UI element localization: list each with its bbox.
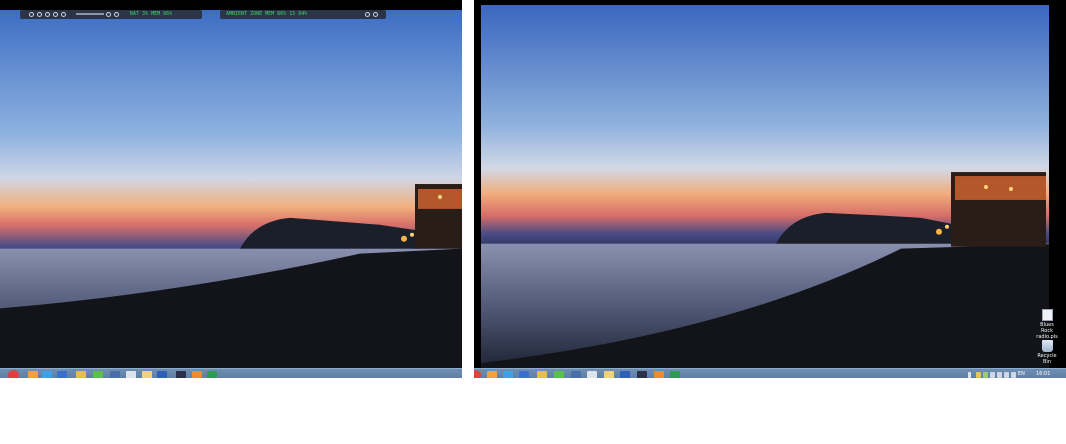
start-button[interactable] bbox=[474, 370, 481, 378]
left-monitor: BAT 3% MEM 86% AMBIENT ZONE MEM 86% 15 8… bbox=[0, 0, 462, 378]
word-icon[interactable] bbox=[519, 371, 529, 378]
vlc-icon[interactable] bbox=[654, 371, 664, 378]
gadget-button-icon[interactable] bbox=[29, 12, 34, 17]
chrome-icon[interactable] bbox=[126, 371, 136, 378]
tray-app-icon[interactable] bbox=[976, 372, 981, 378]
start-button[interactable] bbox=[8, 370, 19, 378]
media-icon[interactable] bbox=[554, 371, 564, 378]
taskbar-right: EN 16:01 bbox=[474, 368, 1066, 378]
tray-app-icon[interactable] bbox=[983, 372, 988, 378]
volume-slider[interactable] bbox=[76, 13, 104, 15]
desktop-gadget-toolbar-b: AMBIENT ZONE MEM 86% 15 84% bbox=[220, 10, 386, 19]
wmp-icon[interactable] bbox=[110, 371, 120, 378]
gadget-button-icon[interactable] bbox=[365, 12, 370, 17]
wallpaper-sunset-beach bbox=[481, 5, 1066, 368]
firefox-icon[interactable] bbox=[487, 371, 497, 378]
ie-icon[interactable] bbox=[503, 371, 513, 378]
gadget-button-icon[interactable] bbox=[45, 12, 50, 17]
taskbar-left bbox=[0, 368, 462, 378]
firefox-icon[interactable] bbox=[28, 371, 38, 378]
gadget-button-icon[interactable] bbox=[61, 12, 66, 17]
gadget-button-icon[interactable] bbox=[106, 12, 111, 17]
right-monitor: Blues Rock radio.pls Recycle Bin EN 16:0… bbox=[474, 0, 1066, 378]
app-icon[interactable] bbox=[176, 371, 186, 378]
app-icon[interactable] bbox=[637, 371, 647, 378]
network-icon[interactable] bbox=[990, 372, 995, 378]
ie-icon[interactable] bbox=[42, 371, 52, 378]
word-icon[interactable] bbox=[620, 371, 630, 378]
desktop-gadget-toolbar-a: BAT 3% MEM 86% bbox=[20, 10, 202, 19]
gadget-button-icon[interactable] bbox=[53, 12, 58, 17]
paint-icon[interactable] bbox=[76, 371, 86, 378]
desktop-icon-label: Recycle Bin bbox=[1037, 353, 1057, 365]
desktop-icon-recycle-bin[interactable]: Recycle Bin bbox=[1034, 340, 1060, 365]
show-hidden-icons-icon[interactable] bbox=[968, 372, 971, 378]
gadget-button-icon[interactable] bbox=[373, 12, 378, 17]
tray-app-icon[interactable] bbox=[1004, 372, 1009, 378]
gadget-status-text: AMBIENT ZONE MEM 86% 15 84% bbox=[226, 11, 308, 17]
wmp-icon[interactable] bbox=[571, 371, 581, 378]
language-indicator[interactable]: EN bbox=[1018, 371, 1025, 377]
wallpaper-sunset-beach bbox=[0, 10, 462, 368]
gadget-button-icon[interactable] bbox=[37, 12, 42, 17]
file-icon bbox=[1041, 309, 1053, 321]
bezel bbox=[474, 0, 1066, 5]
chrome-icon[interactable] bbox=[587, 371, 597, 378]
gadget-button-icon[interactable] bbox=[114, 12, 119, 17]
word-icon[interactable] bbox=[57, 371, 67, 378]
clock[interactable]: 16:01 bbox=[1036, 371, 1050, 377]
system-tray: EN 16:01 bbox=[966, 369, 1066, 378]
gadget-status-text: BAT 3% MEM 86% bbox=[130, 11, 173, 17]
folder-icon[interactable] bbox=[142, 371, 152, 378]
excel-icon[interactable] bbox=[207, 371, 217, 378]
paint-icon[interactable] bbox=[537, 371, 547, 378]
recycle-bin-icon bbox=[1041, 340, 1053, 352]
desktop-icon-label: Blues Rock radio.pls bbox=[1036, 322, 1058, 340]
desktop-icon-blues-rock[interactable]: Blues Rock radio.pls bbox=[1034, 309, 1060, 340]
media-icon[interactable] bbox=[93, 371, 103, 378]
word-icon[interactable] bbox=[157, 371, 167, 378]
folder-icon[interactable] bbox=[604, 371, 614, 378]
vlc-icon[interactable] bbox=[192, 371, 202, 378]
excel-icon[interactable] bbox=[670, 371, 680, 378]
action-center-icon[interactable] bbox=[1011, 372, 1016, 378]
volume-icon[interactable] bbox=[997, 372, 1002, 378]
